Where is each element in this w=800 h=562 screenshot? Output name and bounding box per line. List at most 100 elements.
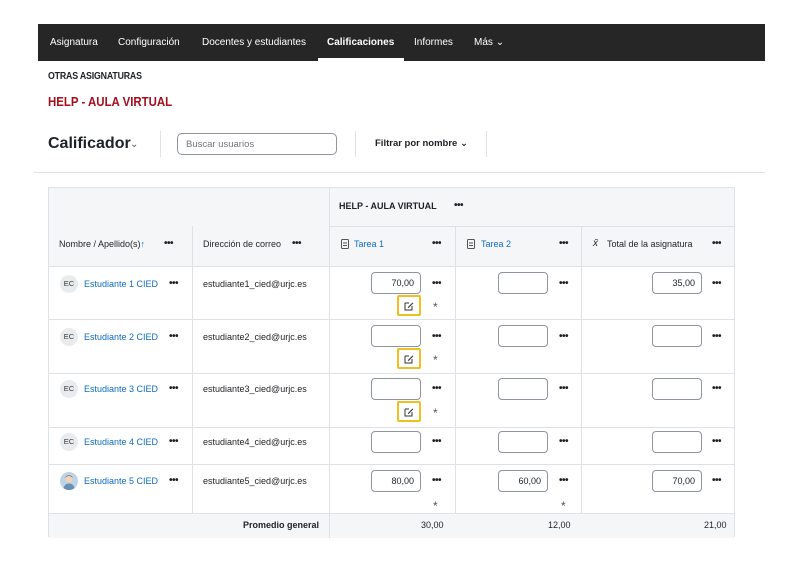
total-grade-input[interactable]: [652, 378, 702, 400]
avatar: EC: [60, 433, 78, 451]
overridden-marker: *: [433, 353, 438, 367]
table-header: [49, 188, 734, 267]
name-column-menu-button[interactable]: •••: [164, 239, 174, 249]
student-name-link[interactable]: Estudiante 5 CIED: [84, 476, 158, 486]
grade-menu-button[interactable]: •••: [559, 384, 569, 394]
grade-menu-button[interactable]: •••: [432, 279, 442, 289]
course-navbar: Asignatura Configuración Docentes y estu…: [38, 24, 765, 61]
tarea1-grade-input[interactable]: 80,00: [371, 470, 421, 492]
chevron-down-icon[interactable]: ⌄: [130, 139, 138, 150]
row-divider: [329, 226, 734, 227]
divider: [486, 131, 487, 157]
table-footer: [49, 513, 734, 538]
total-menu-button[interactable]: •••: [712, 239, 722, 249]
total-grade-input[interactable]: 70,00: [652, 470, 702, 492]
grade-menu-button[interactable]: •••: [432, 384, 442, 394]
grade-menu-button[interactable]: •••: [712, 332, 722, 342]
override-button[interactable]: [397, 401, 421, 422]
student-menu-button[interactable]: •••: [169, 384, 179, 394]
page-title: HELP - AULA VIRTUAL: [48, 94, 173, 109]
overridden-marker: *: [433, 499, 438, 513]
sort-icon[interactable]: ↑: [141, 239, 146, 249]
row-divider: [49, 319, 734, 320]
column-divider: [329, 188, 330, 538]
student-name-link[interactable]: Estudiante 2 CIED: [84, 332, 158, 342]
tarea2-grade-input[interactable]: 60,00: [498, 470, 548, 492]
divider: [160, 131, 161, 157]
override-button[interactable]: [397, 348, 421, 369]
active-tab-indicator: [318, 58, 404, 61]
tab-informes[interactable]: Informes: [414, 24, 453, 61]
grader-report-selector[interactable]: Calificador: [48, 135, 131, 153]
column-divider: [455, 226, 456, 513]
avatar: EC: [60, 328, 78, 346]
search-users-input[interactable]: [177, 133, 337, 155]
grade-menu-button[interactable]: •••: [712, 384, 722, 394]
tab-mas[interactable]: Más ⌄: [474, 24, 504, 61]
student-menu-button[interactable]: •••: [169, 332, 179, 342]
grade-menu-button[interactable]: •••: [712, 476, 722, 486]
grade-menu-button[interactable]: •••: [712, 279, 722, 289]
total-grade-input[interactable]: 35,00: [652, 272, 702, 294]
email-column-menu-button[interactable]: •••: [292, 239, 302, 249]
tab-docentes-estudiantes[interactable]: Docentes y estudiantes: [202, 24, 306, 61]
tarea1-average: 30,00: [421, 520, 444, 530]
student-name-link[interactable]: Estudiante 3 CIED: [84, 384, 158, 394]
grade-menu-button[interactable]: •••: [559, 332, 569, 342]
override-button[interactable]: [397, 295, 421, 316]
tab-configuracion[interactable]: Configuración: [118, 24, 180, 61]
tarea1-menu-button[interactable]: •••: [432, 239, 442, 249]
tarea1-grade-input[interactable]: [371, 325, 421, 347]
row-divider: [49, 513, 734, 514]
filter-by-name-button[interactable]: Filtrar por nombre ⌄: [375, 138, 468, 149]
student-menu-button[interactable]: •••: [169, 476, 179, 486]
tarea2-grade-input[interactable]: [498, 272, 548, 294]
name-column-header[interactable]: Nombre / Apellido(s)↑: [59, 239, 145, 249]
tarea1-grade-input[interactable]: 70,00: [371, 272, 421, 294]
tarea1-grade-input[interactable]: [371, 431, 421, 453]
grade-menu-button[interactable]: •••: [559, 476, 569, 486]
tab-mas-label: Más: [474, 37, 493, 48]
total-grade-input[interactable]: [652, 431, 702, 453]
edit-icon: [404, 408, 414, 417]
chevron-down-icon: ⌄: [459, 138, 468, 149]
total-grade-input[interactable]: [652, 325, 702, 347]
student-menu-button[interactable]: •••: [169, 279, 179, 289]
tarea2-grade-input[interactable]: [498, 325, 548, 347]
grade-menu-button[interactable]: •••: [432, 437, 442, 447]
tab-asignatura[interactable]: Asignatura: [50, 24, 98, 61]
avatar: EC: [60, 380, 78, 398]
student-name-link[interactable]: Estudiante 4 CIED: [84, 437, 158, 447]
grade-menu-button[interactable]: •••: [559, 279, 569, 289]
student-email: estudiante3_cied@urjc.es: [203, 384, 307, 394]
tarea2-menu-button[interactable]: •••: [559, 239, 569, 249]
edit-icon: [404, 302, 414, 311]
assignment-icon: [467, 239, 475, 249]
grade-menu-button[interactable]: •••: [432, 476, 442, 486]
tarea1-column-link[interactable]: Tarea 1: [354, 239, 384, 249]
column-divider: [581, 226, 582, 513]
overridden-marker: *: [433, 300, 438, 314]
category-menu-button[interactable]: •••: [454, 201, 464, 211]
assignment-icon: [341, 239, 349, 249]
column-divider: [192, 226, 193, 513]
tab-calificaciones[interactable]: Calificaciones: [327, 24, 394, 61]
edit-icon: [404, 355, 414, 364]
course-total-icon: x̄: [593, 238, 598, 249]
overridden-marker: *: [433, 406, 438, 420]
total-column-header: Total de la asignatura: [607, 239, 693, 249]
tarea2-grade-input[interactable]: [498, 431, 548, 453]
tarea2-grade-input[interactable]: [498, 378, 548, 400]
category-header: HELP - AULA VIRTUAL: [339, 201, 437, 211]
row-divider: [49, 266, 734, 267]
tarea1-grade-input[interactable]: [371, 378, 421, 400]
tarea2-column-link[interactable]: Tarea 2: [481, 239, 511, 249]
divider: [34, 172, 765, 173]
grade-menu-button[interactable]: •••: [712, 437, 722, 447]
student-name-link[interactable]: Estudiante 1 CIED: [84, 279, 158, 289]
breadcrumb-parent[interactable]: OTRAS ASIGNATURAS: [48, 71, 142, 82]
student-menu-button[interactable]: •••: [169, 437, 179, 447]
grade-menu-button[interactable]: •••: [432, 332, 442, 342]
avatar: [60, 472, 78, 490]
grade-menu-button[interactable]: •••: [559, 437, 569, 447]
